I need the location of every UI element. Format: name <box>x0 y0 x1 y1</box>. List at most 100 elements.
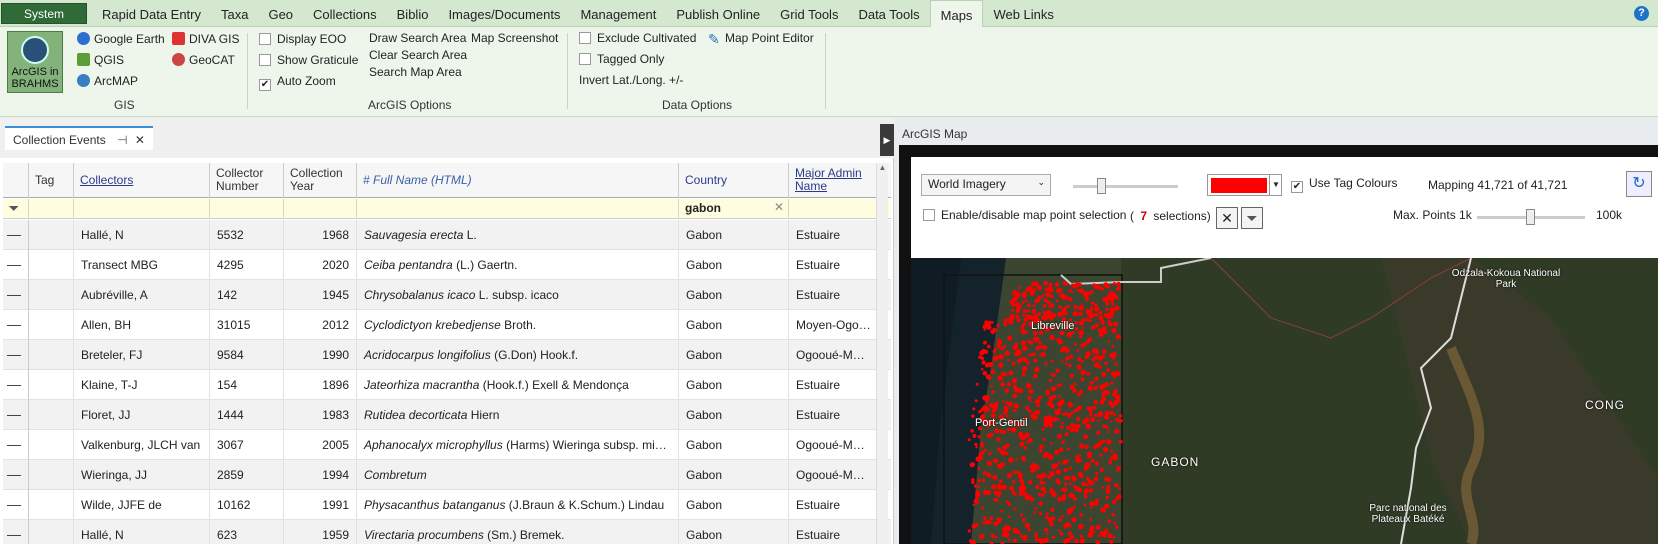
collection-point[interactable] <box>1112 536 1116 539</box>
cell-full-name[interactable]: Chrysobalanus icaco L. subsp. icaco <box>357 280 679 310</box>
collection-point[interactable] <box>1035 484 1040 490</box>
collection-point[interactable] <box>1080 369 1086 376</box>
collection-point[interactable] <box>1046 300 1051 305</box>
collection-point[interactable] <box>1099 467 1104 472</box>
collection-point[interactable] <box>1040 486 1046 492</box>
invert-lat-long-button[interactable]: Invert Lat./Long. +/- <box>579 73 683 87</box>
collection-point[interactable] <box>1113 413 1116 416</box>
collection-point[interactable] <box>993 458 999 464</box>
collection-point[interactable] <box>1065 356 1070 361</box>
collection-point[interactable] <box>1073 304 1078 309</box>
point-colour-picker[interactable]: ▼ <box>1207 174 1282 196</box>
collection-point[interactable] <box>1069 354 1074 359</box>
collection-point[interactable] <box>1038 341 1042 345</box>
collection-point[interactable] <box>1022 366 1028 372</box>
collection-point[interactable] <box>1065 362 1068 366</box>
collection-point[interactable] <box>987 344 991 349</box>
collection-point[interactable] <box>1015 458 1018 462</box>
collection-point[interactable] <box>1007 502 1012 507</box>
collection-point[interactable] <box>1078 311 1083 317</box>
collection-point[interactable] <box>1045 391 1050 396</box>
collection-point[interactable] <box>1097 411 1103 418</box>
collection-point[interactable] <box>1109 539 1114 544</box>
collection-point[interactable] <box>1048 517 1054 523</box>
cell-collector-number[interactable]: 5532 <box>210 220 284 250</box>
collection-point[interactable] <box>1005 500 1009 504</box>
collection-point[interactable] <box>1011 378 1018 384</box>
collection-point[interactable] <box>1102 439 1106 443</box>
collection-point[interactable] <box>1030 439 1033 442</box>
collection-point[interactable] <box>1107 340 1110 343</box>
collection-point[interactable] <box>1095 472 1099 476</box>
collection-point[interactable] <box>1110 420 1113 423</box>
collection-point[interactable] <box>1021 457 1026 462</box>
collection-point[interactable] <box>1105 495 1109 500</box>
collection-point[interactable] <box>1099 401 1103 405</box>
collection-point[interactable] <box>1018 471 1022 474</box>
collection-point[interactable] <box>1011 308 1015 312</box>
collection-point[interactable] <box>1048 423 1053 428</box>
collection-point[interactable] <box>1064 482 1068 486</box>
collection-point[interactable] <box>993 405 998 410</box>
collection-point[interactable] <box>1038 512 1043 516</box>
collection-point[interactable] <box>1050 386 1056 392</box>
collection-point[interactable] <box>1068 466 1072 470</box>
collection-point[interactable] <box>980 356 985 360</box>
collection-point[interactable] <box>1060 425 1064 429</box>
collection-point[interactable] <box>1090 308 1094 311</box>
collection-point[interactable] <box>1109 410 1114 416</box>
collection-point[interactable] <box>993 490 999 496</box>
collection-point[interactable] <box>982 471 987 475</box>
collection-point[interactable] <box>1000 346 1005 351</box>
cell-tag[interactable] <box>29 460 74 490</box>
collection-point[interactable] <box>1061 422 1064 425</box>
collection-point[interactable] <box>1024 299 1028 303</box>
collection-point[interactable] <box>990 385 993 388</box>
collection-point[interactable] <box>1051 535 1056 539</box>
collection-point[interactable] <box>1093 399 1098 405</box>
collection-point[interactable] <box>1058 447 1064 452</box>
collection-point[interactable] <box>1103 504 1108 509</box>
cell-full-name[interactable]: Rutidea decorticata Hiern <box>357 400 679 430</box>
collection-point[interactable] <box>1038 395 1042 400</box>
collection-point[interactable] <box>1073 408 1078 413</box>
tab-images-documents[interactable]: Images/Documents <box>438 0 570 27</box>
collection-point[interactable] <box>1087 385 1093 391</box>
collection-point[interactable] <box>971 462 976 467</box>
table-row[interactable]: Floret, JJ 1444 1983 Rutidea decorticata Hi… <box>3 400 891 430</box>
cell-major-admin-name[interactable]: Ogooué-Mariti... <box>789 430 879 460</box>
collection-point[interactable] <box>1085 423 1092 430</box>
collection-point[interactable] <box>1048 282 1053 287</box>
collection-point[interactable] <box>1065 538 1071 543</box>
cell-collectors[interactable]: Hallé, N <box>74 220 210 250</box>
clear-selection-button[interactable]: ✕ <box>1216 207 1238 229</box>
collection-point[interactable] <box>1107 533 1113 539</box>
cell-full-name[interactable]: Aphanocalyx microphyllus (Harms) Wiering… <box>357 430 679 460</box>
pane-splitter-handle[interactable]: ▶ <box>880 124 894 156</box>
filter-full-name[interactable] <box>357 199 679 219</box>
column-header-tag[interactable]: Tag <box>29 163 74 198</box>
collection-point[interactable] <box>1028 353 1032 357</box>
column-header-collector-number[interactable]: Collector Number <box>210 163 284 198</box>
collection-point[interactable] <box>1047 314 1052 319</box>
diva-gis-button[interactable]: DIVA GIS <box>172 32 239 46</box>
collection-point[interactable] <box>1111 328 1117 334</box>
collection-point[interactable] <box>984 320 989 324</box>
collection-point[interactable] <box>1066 476 1071 481</box>
collection-point[interactable] <box>1004 528 1008 532</box>
collection-point[interactable] <box>1083 467 1087 471</box>
collection-point[interactable] <box>1012 538 1017 543</box>
collection-point[interactable] <box>1042 345 1048 350</box>
cell-full-name[interactable]: Acridocarpus longifolius (G.Don) Hook.f. <box>357 340 679 370</box>
collection-point[interactable] <box>1084 417 1089 422</box>
collection-point[interactable] <box>1078 288 1085 294</box>
collection-point[interactable] <box>1114 394 1121 400</box>
collection-point[interactable] <box>1027 494 1032 499</box>
row-indicator[interactable] <box>3 340 29 370</box>
collection-point[interactable] <box>1066 331 1073 338</box>
collection-point[interactable] <box>1117 497 1120 500</box>
collection-point[interactable] <box>980 450 985 455</box>
collection-point[interactable] <box>1088 488 1094 493</box>
collection-point[interactable] <box>1033 416 1037 420</box>
cell-collectors[interactable]: Aubréville, A <box>74 280 210 310</box>
